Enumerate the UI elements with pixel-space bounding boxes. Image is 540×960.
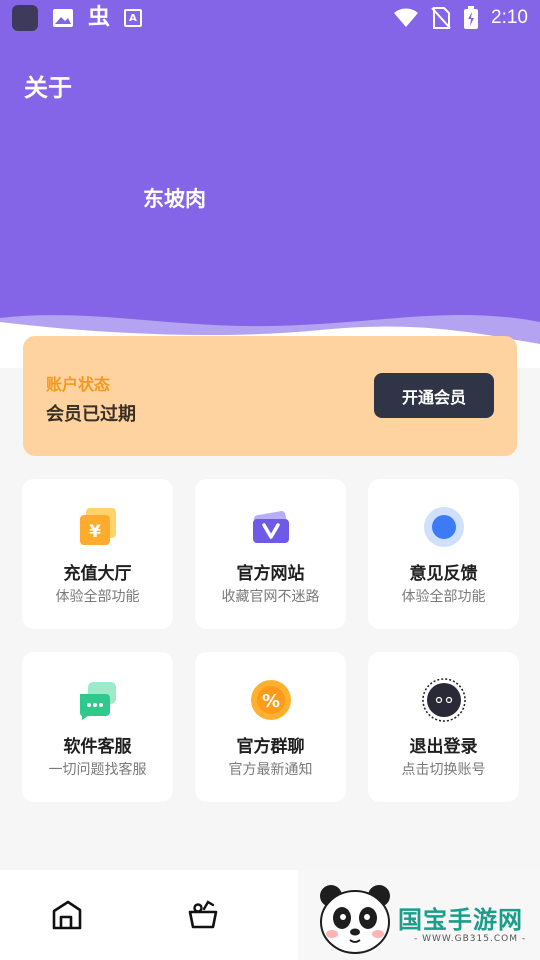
font-a-icon: A (124, 9, 143, 27)
tile-feedback[interactable]: 意见反馈 体验全部功能 (368, 479, 519, 629)
bug-glyph-icon: 虫 (88, 5, 111, 30)
logout-avatar-icon (421, 678, 466, 722)
tile-official-group[interactable]: % 官方群聊 官方最新通知 (195, 652, 346, 802)
image-icon (53, 9, 73, 27)
percent-badge-icon: % (250, 680, 291, 720)
tile-subtitle: 官方最新通知 (228, 762, 313, 778)
bottom-nav-bar (0, 870, 298, 960)
svg-text:¥: ¥ (89, 522, 101, 542)
account-status-label: 账户状态 (46, 375, 111, 394)
feedback-circle-icon (423, 507, 464, 547)
yuan-card-icon: ¥ (79, 508, 116, 545)
wifi-icon (394, 8, 419, 27)
panda-mascot-icon (320, 885, 390, 954)
tile-title: 官方网站 (236, 564, 305, 584)
tile-official-site[interactable]: 官方网站 收藏官网不迷路 (195, 479, 346, 629)
app-icon (12, 5, 38, 31)
no-sim-icon (431, 7, 451, 29)
status-bar: 虫 A 2:10 (0, 0, 540, 36)
tile-subtitle: 体验全部功能 (401, 589, 486, 605)
vip-card-icon (252, 511, 289, 543)
chat-bubbles-icon (79, 682, 116, 720)
tile-title: 退出登录 (409, 737, 478, 757)
battery-charging-icon (464, 6, 479, 29)
tile-recharge[interactable]: ¥ 充值大厅 体验全部功能 (22, 479, 173, 629)
watermark-text: 国宝手游网 (398, 906, 523, 934)
tile-customer-service[interactable]: 软件客服 一切问题找客服 (22, 652, 173, 802)
tile-subtitle: 体验全部功能 (55, 589, 140, 605)
svg-text:%: % (261, 691, 279, 712)
membership-status: 会员已过期 (46, 404, 136, 425)
page-title: 关于 (24, 74, 72, 102)
tile-subtitle: 收藏官网不迷路 (221, 589, 320, 605)
tile-title: 软件客服 (63, 737, 132, 757)
membership-card: 账户状态 会员已过期 开通会员 (23, 336, 517, 456)
open-membership-button[interactable]: 开通会员 (374, 373, 494, 418)
clock-time: 2:10 (491, 7, 528, 28)
watermark-logo: 国宝手游网 - WWW.GB315.COM - (298, 870, 540, 960)
tile-subtitle: 点击切换账号 (401, 762, 486, 778)
username: 东坡肉 (143, 187, 206, 211)
tile-subtitle: 一切问题找客服 (48, 762, 147, 778)
fruit-basket-icon[interactable] (187, 899, 219, 931)
header-banner (0, 0, 540, 368)
home-icon[interactable] (51, 899, 83, 931)
watermark-url: - WWW.GB315.COM - (414, 934, 527, 944)
tile-title: 官方群聊 (236, 737, 305, 757)
tile-title: 充值大厅 (63, 564, 132, 584)
tile-title: 意见反馈 (409, 564, 478, 584)
tile-logout[interactable]: 退出登录 点击切换账号 (368, 652, 519, 802)
